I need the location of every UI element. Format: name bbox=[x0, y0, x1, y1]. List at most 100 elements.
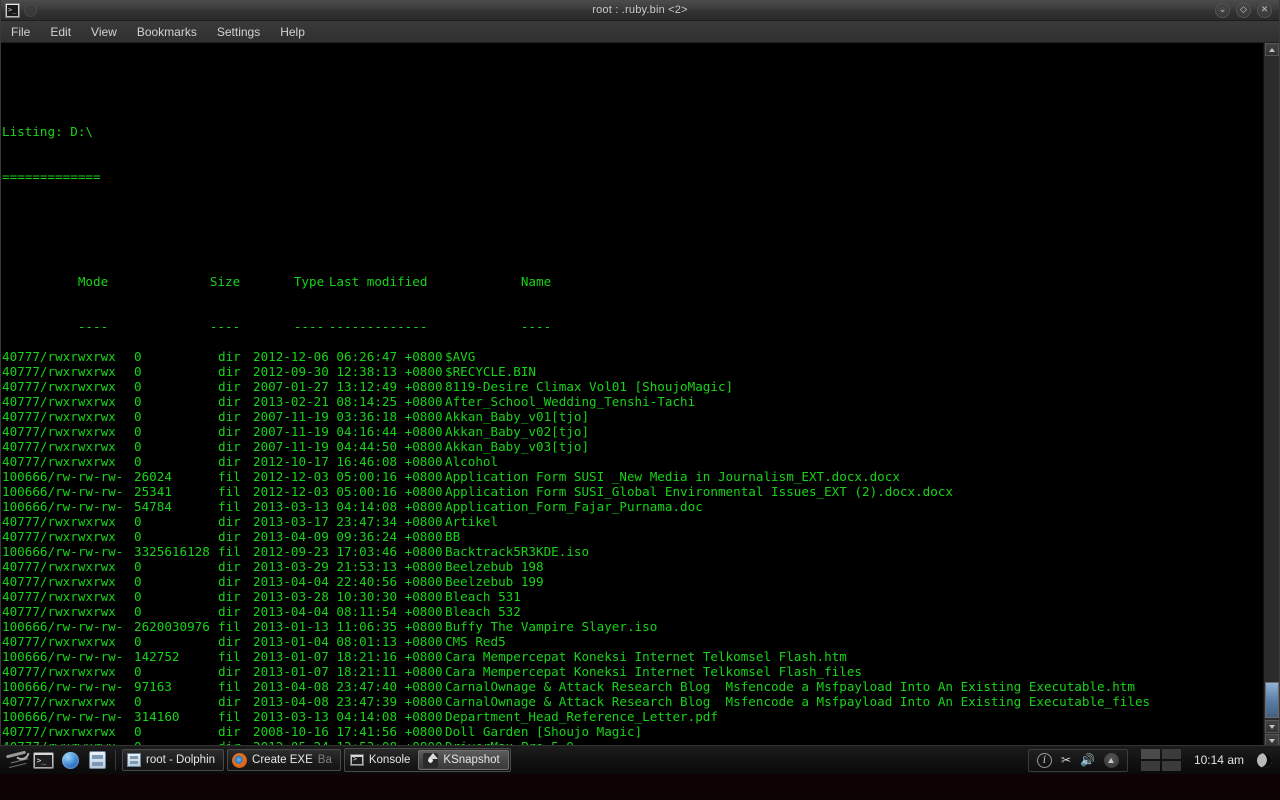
task-button-ksnapshot[interactable]: KSnapshot bbox=[418, 750, 509, 770]
listing-cell-name: Application_Form_Fajar_Purnama.doc bbox=[445, 499, 703, 514]
task-button-konsole[interactable]: Konsole bbox=[346, 750, 419, 770]
launcher-terminal-icon[interactable] bbox=[31, 748, 55, 772]
scroll-up-arrow-icon[interactable] bbox=[1265, 43, 1279, 56]
taskbar-clock[interactable]: 10:14 am bbox=[1194, 753, 1244, 767]
listing-cell-type: dir bbox=[218, 409, 241, 424]
listing-cell-size: 0 bbox=[134, 559, 142, 574]
listing-cell-name: Application Form SUSI_Global Environment… bbox=[445, 484, 953, 499]
menu-file[interactable]: File bbox=[9, 23, 32, 41]
listing-cell-mode: 100666/rw-rw-rw- bbox=[2, 499, 124, 514]
listing-cell-name: Akkan_Baby_v02[tjo] bbox=[445, 424, 590, 439]
task-button-dolphin[interactable]: root - Dolphin bbox=[122, 749, 225, 771]
pager-desktop-4[interactable] bbox=[1161, 761, 1181, 771]
task-label-create-exe-truncated: Ba bbox=[317, 754, 332, 766]
listing-cell-size: 0 bbox=[134, 379, 142, 394]
scrollbar-thumb[interactable] bbox=[1265, 682, 1279, 718]
listing-cell-mode: 40777/rwxrwxrwx bbox=[2, 454, 116, 469]
minimize-button[interactable]: ⌄ bbox=[1215, 2, 1230, 18]
listing-cell-modified: 2007-11-19 03:36:18 +0800 bbox=[253, 409, 443, 424]
listing-row: 100666/rw-rw-rw- 97163 fil 2013-04-08 23:47… bbox=[2, 679, 1263, 694]
listing-row: 100666/rw-rw-rw- 2620030976 fil 2013-01-13 … bbox=[2, 619, 1263, 634]
close-button[interactable]: ✕ bbox=[1257, 2, 1272, 18]
listing-cell-mode: 40777/rwxrwxrwx bbox=[2, 379, 116, 394]
listing-cell-size: 0 bbox=[134, 454, 142, 469]
listing-cell-mode: 100666/rw-rw-rw- bbox=[2, 709, 124, 724]
listing-cell-name: Department_Head_Reference_Letter.pdf bbox=[445, 709, 718, 724]
listing-cell-mode: 40777/rwxrwxrwx bbox=[2, 604, 116, 619]
task-button-create-exe[interactable]: Create EXE Ba bbox=[227, 749, 341, 771]
listing-cell-type: dir bbox=[218, 589, 241, 604]
pager-desktop-1[interactable] bbox=[1140, 749, 1160, 759]
listing-cell-size: 142752 bbox=[134, 649, 180, 664]
listing-cell-type: fil bbox=[218, 649, 241, 664]
window-controls: ⌄ ◇ ✕ bbox=[1215, 2, 1279, 18]
pager-desktop-2[interactable] bbox=[1161, 749, 1181, 759]
tray-scissors-icon[interactable]: ✂ bbox=[1061, 754, 1071, 766]
listing-cell-size: 2620030976 bbox=[134, 619, 210, 634]
listing-row: 40777/rwxrwxrwx 0 dir 2012-10-17 16:46:08 +… bbox=[2, 454, 1263, 469]
listing-cell-type: fil bbox=[218, 709, 241, 724]
listing-cell-modified: 2013-03-17 23:47:34 +0800 bbox=[253, 514, 443, 529]
listing-cell-name: Bleach 532 bbox=[445, 604, 521, 619]
listing-row: 100666/rw-rw-rw- 26024 fil 2012-12-03 05:00… bbox=[2, 469, 1263, 484]
listing-cell-mode: 100666/rw-rw-rw- bbox=[2, 469, 124, 484]
listing-cell-name: CMS Red5 bbox=[445, 634, 506, 649]
desktop-pager[interactable] bbox=[1140, 749, 1181, 771]
tray-show-hidden-icon[interactable] bbox=[1103, 752, 1119, 768]
listing-cell-mode: 40777/rwxrwxrwx bbox=[2, 589, 116, 604]
launcher-file-manager-icon[interactable] bbox=[85, 748, 109, 772]
listing-cell-name: Doll Garden [Shoujo Magic] bbox=[445, 724, 643, 739]
kali-menu-icon[interactable] bbox=[4, 748, 28, 772]
terminal-scrollbar[interactable] bbox=[1263, 43, 1279, 747]
listing-cell-mode: 100666/rw-rw-rw- bbox=[2, 484, 124, 499]
listing-cell-name: BB bbox=[445, 529, 461, 544]
listing-cell-name: Akkan_Baby_v01[tjo] bbox=[445, 409, 590, 424]
menu-view[interactable]: View bbox=[89, 23, 119, 41]
listing-cell-size: 0 bbox=[134, 439, 142, 454]
tray-info-icon[interactable]: i bbox=[1036, 752, 1052, 768]
listing-cell-modified: 2013-04-08 23:47:39 +0800 bbox=[253, 694, 443, 709]
listing-cell-type: fil bbox=[218, 679, 241, 694]
launcher-browser-globe-icon[interactable] bbox=[58, 748, 82, 772]
listing-row: 40777/rwxrwxrwx 0 dir 2013-04-09 09:36:24 +… bbox=[2, 529, 1263, 544]
listing-cell-modified: 2013-03-13 04:14:08 +0800 bbox=[253, 709, 443, 724]
window-menu-button[interactable] bbox=[24, 3, 37, 17]
menu-edit[interactable]: Edit bbox=[48, 23, 73, 41]
listing-row: 100666/rw-rw-rw- 54784 fil 2013-03-13 04:14… bbox=[2, 499, 1263, 514]
pager-desktop-3[interactable] bbox=[1140, 761, 1160, 771]
listing-cell-type: fil bbox=[218, 544, 241, 559]
listing-cell-name: Alcohol bbox=[445, 454, 499, 469]
header-size: Size bbox=[209, 274, 241, 289]
moon-icon[interactable] bbox=[1255, 750, 1274, 770]
listing-row: 40777/rwxrwxrwx 0 dir 2013-03-17 23:47:34 +… bbox=[2, 514, 1263, 529]
task-label-create-exe: Create EXE bbox=[252, 754, 313, 766]
listing-cell-size: 0 bbox=[134, 724, 142, 739]
listing-cell-modified: 2013-03-28 10:30:30 +0800 bbox=[253, 589, 443, 604]
listing-cell-modified: 2013-03-13 04:14:08 +0800 bbox=[253, 499, 443, 514]
tray-volume-icon[interactable]: 🔊 bbox=[1080, 754, 1095, 766]
window-titlebar[interactable]: root : .ruby.bin <2> ⌄ ◇ ✕ bbox=[1, 0, 1279, 21]
listing-row: 40777/rwxrwxrwx 0 dir 2012-09-30 12:38:13 +… bbox=[2, 364, 1263, 379]
terminal-output[interactable]: Listing: D:\ ============= Mode Size Type L… bbox=[1, 43, 1263, 747]
taskbar: root - Dolphin Create EXE Ba Konsole KSn… bbox=[0, 745, 1280, 774]
menu-bar: File Edit View Bookmarks Settings Help bbox=[1, 21, 1279, 43]
files-icon bbox=[127, 753, 141, 767]
menu-bookmarks[interactable]: Bookmarks bbox=[135, 23, 199, 41]
listing-cell-modified: 2013-01-07 18:21:16 +0800 bbox=[253, 649, 443, 664]
listing-cell-size: 97163 bbox=[134, 679, 172, 694]
titlebar-left bbox=[1, 2, 37, 18]
menu-help[interactable]: Help bbox=[278, 23, 307, 41]
maximize-button[interactable]: ◇ bbox=[1236, 2, 1251, 18]
listing-cell-type: dir bbox=[218, 604, 241, 619]
listing-cell-type: dir bbox=[218, 529, 241, 544]
listing-cell-size: 0 bbox=[134, 514, 142, 529]
listing-cell-name: Cara Mempercepat Koneksi Internet Telkom… bbox=[445, 649, 847, 664]
task-label-dolphin: root - Dolphin bbox=[146, 754, 216, 766]
menu-settings[interactable]: Settings bbox=[215, 23, 262, 41]
listing-row: 40777/rwxrwxrwx 0 dir 2013-04-04 22:40:56 +… bbox=[2, 574, 1263, 589]
listing-row: 40777/rwxrwxrwx 0 dir 2013-04-08 23:47:39 +… bbox=[2, 694, 1263, 709]
listing-cell-size: 54784 bbox=[134, 499, 172, 514]
scroll-down-arrow-icon-1[interactable] bbox=[1265, 720, 1279, 733]
listing-row: 40777/rwxrwxrwx 0 dir 2013-01-04 08:01:13 +… bbox=[2, 634, 1263, 649]
listing-row: 40777/rwxrwxrwx 0 dir 2007-11-19 04:44:50 +… bbox=[2, 439, 1263, 454]
